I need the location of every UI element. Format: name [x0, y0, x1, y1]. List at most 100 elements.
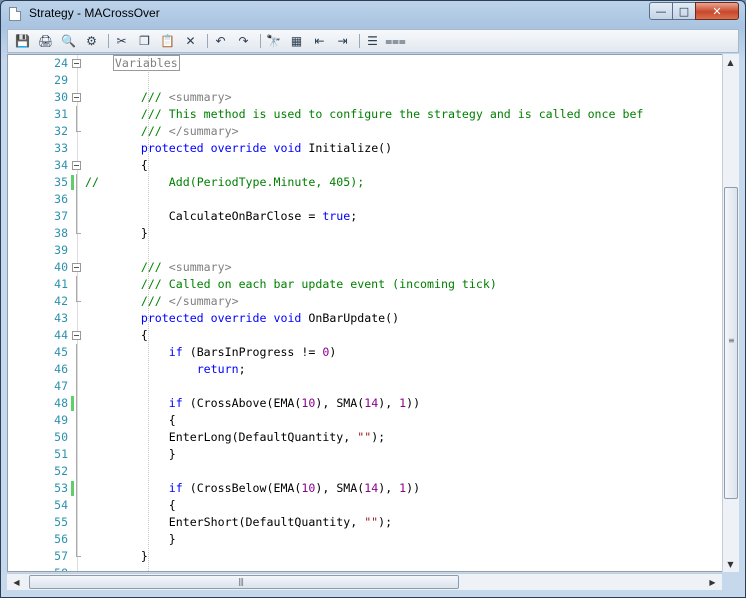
code-line[interactable]: 33 protected override void Initialize() [8, 140, 724, 157]
toolbar: 💾 🖨 🔍 ⚙ ✂ ❐ 📋 ✕ ↶ ↷ 🔭 ▦ ⇤ ⇥ ☰ ⩶ [7, 29, 739, 53]
maximize-button[interactable]: □ [672, 2, 696, 20]
outdent-icon[interactable]: ⇤ [311, 33, 328, 49]
horizontal-scrollbar[interactable]: ◀ ||| ▶ [7, 573, 722, 590]
code-line[interactable]: 38 } [8, 225, 724, 242]
line-number: 34 [54, 158, 68, 172]
code-token: /// This method is used to configure the… [140, 107, 644, 121]
copy-icon[interactable]: ❐ [136, 33, 153, 49]
code-token: if [168, 481, 183, 495]
code-line[interactable]: 40 /// <summary> [8, 259, 724, 276]
code-token: // [85, 175, 99, 189]
code-line[interactable]: 37 CalculateOnBarClose = true; [8, 208, 724, 225]
code-line[interactable]: 52 [8, 463, 724, 480]
print-icon[interactable]: 🖨 [37, 33, 54, 49]
code-line[interactable]: 51 } [8, 446, 724, 463]
fold-toggle-icon[interactable] [72, 161, 81, 170]
code-editor[interactable]: 24 Variables 29 30 /// <summary> 31 /// Thi… [7, 54, 739, 572]
line-number: 56 [54, 532, 68, 546]
code-line[interactable]: 49 { [8, 412, 724, 429]
code-line[interactable]: 36 [8, 191, 724, 208]
save-icon[interactable]: 💾 [14, 33, 31, 49]
comment-icon[interactable]: ☰ [364, 33, 381, 49]
horizontal-scroll-thumb[interactable]: ||| [29, 575, 459, 589]
scroll-up-icon[interactable]: ▲ [723, 54, 738, 70]
code-token: } [85, 532, 176, 546]
code-line[interactable]: 54 { [8, 497, 724, 514]
code-text: return; [85, 361, 246, 378]
code-text: if (CrossBelow(EMA(10), SMA(14), 1)) [85, 480, 420, 497]
fold-line [76, 480, 77, 497]
delete-icon[interactable]: ✕ [182, 33, 199, 49]
line-number: 51 [54, 447, 68, 461]
print-preview-icon[interactable]: 🔍 [60, 33, 77, 49]
code-token: ), [378, 481, 400, 495]
line-number: 48 [54, 396, 68, 410]
code-line[interactable]: 46 return; [8, 361, 724, 378]
close-button[interactable]: ✕ [695, 2, 739, 20]
undo-icon[interactable]: ↶ [212, 33, 229, 49]
code-line[interactable]: 42 /// </summary> [8, 293, 724, 310]
code-line[interactable]: 53 if (CrossBelow(EMA(10), SMA(14), 1)) [8, 480, 724, 497]
code-line[interactable]: 29 [8, 72, 724, 89]
code-token: /// [140, 90, 169, 104]
title-bar[interactable]: Strategy - MACrossOver — □ ✕ [1, 1, 745, 28]
vertical-scrollbar[interactable]: ▲ ≡ ▼ [722, 54, 739, 572]
line-number: 58 [8, 565, 68, 571]
fold-toggle-icon[interactable] [72, 93, 81, 102]
code-line[interactable]: 44 { [8, 327, 724, 344]
minimize-button[interactable]: — [649, 2, 673, 20]
redo-icon[interactable]: ↷ [235, 33, 252, 49]
code-line[interactable]: 56 } [8, 531, 724, 548]
code-line[interactable]: 48 if (CrossAbove(EMA(10), SMA(14), 1)) [8, 395, 724, 412]
code-token: "" [364, 515, 379, 529]
fold-line [76, 276, 77, 293]
vertical-scroll-thumb[interactable]: ≡ [724, 187, 738, 499]
code-line[interactable]: 57 } [8, 548, 724, 565]
scroll-right-icon[interactable]: ▶ [705, 574, 720, 590]
line-number: 33 [54, 141, 68, 155]
uncomment-icon[interactable]: ⩶ [385, 33, 406, 49]
code-token: { [85, 498, 176, 512]
code-text: if (BarsInProgress != 0) [85, 344, 337, 361]
code-token: ), SMA( [315, 396, 365, 410]
code-line[interactable]: 58 [8, 565, 724, 571]
code-text: Variables [85, 55, 180, 72]
scroll-down-icon[interactable]: ▼ [723, 556, 738, 572]
code-line[interactable]: 41 /// Called on each bar update event (… [8, 276, 724, 293]
code-line[interactable]: 24 Variables [8, 55, 724, 72]
code-line[interactable]: 43 protected override void OnBarUpdate() [8, 310, 724, 327]
code-line[interactable]: 35 // Add(PeriodType.Minute, 405); [8, 174, 724, 191]
cut-icon[interactable]: ✂ [113, 33, 130, 49]
code-line[interactable]: 45 if (BarsInProgress != 0) [8, 344, 724, 361]
toolbar-separator [359, 34, 360, 48]
code-line[interactable]: 55 EnterShort(DefaultQuantity, ""); [8, 514, 724, 531]
code-line[interactable]: 31 /// This method is used to configure … [8, 106, 724, 123]
code-text: /// </summary> [85, 123, 239, 140]
fold-line [76, 395, 77, 412]
fold-toggle-icon[interactable] [72, 59, 81, 68]
fold-toggle-icon[interactable] [72, 331, 81, 340]
code-line[interactable]: 34 { [8, 157, 724, 174]
code-line[interactable]: 32 /// </summary> [8, 123, 724, 140]
replace-icon[interactable]: ▦ [288, 33, 305, 49]
fold-line [76, 412, 77, 429]
code-token: OnBarUpdate() [301, 311, 400, 325]
fold-end [76, 293, 81, 302]
code-line[interactable]: 47 [8, 378, 724, 395]
page-setup-icon[interactable]: ⚙ [83, 33, 100, 49]
code-line[interactable]: 30 /// <summary> [8, 89, 724, 106]
code-line[interactable]: 39 [8, 242, 724, 259]
code-token: ; [350, 209, 358, 223]
code-line[interactable]: 50 EnterLong(DefaultQuantity, ""); [8, 429, 724, 446]
fold-toggle-icon[interactable] [72, 263, 81, 272]
paste-icon[interactable]: 📋 [159, 33, 176, 49]
scroll-left-icon[interactable]: ◀ [9, 574, 24, 590]
indent-icon[interactable]: ⇥ [334, 33, 351, 49]
find-icon[interactable]: 🔭 [265, 33, 282, 49]
